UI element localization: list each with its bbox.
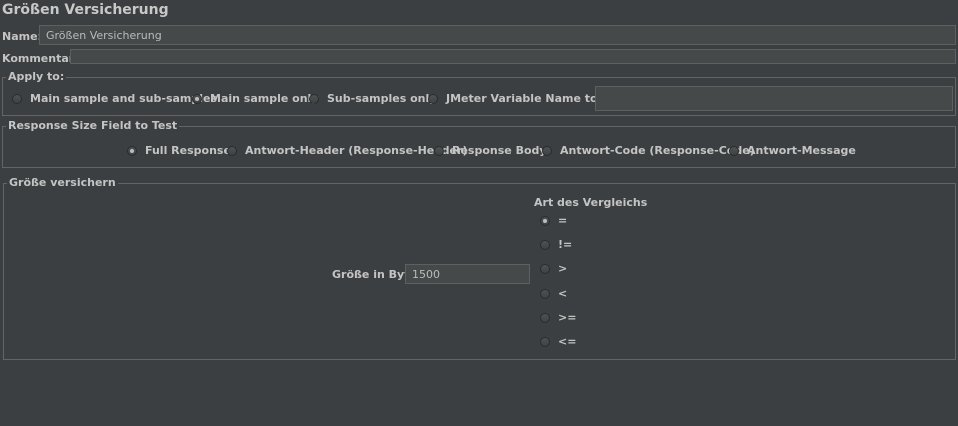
radio-label: !=	[558, 238, 573, 251]
radio-response-code[interactable]: Antwort-Code (Response-Code)	[542, 144, 755, 157]
radio-indicator	[540, 288, 550, 299]
radio-indicator	[12, 93, 22, 104]
radio-sub-only[interactable]: Sub-samples only	[309, 92, 436, 105]
radio-op-equal[interactable]: =	[540, 214, 567, 227]
radio-indicator	[428, 93, 438, 104]
apply-to-legend: Apply to:	[6, 70, 67, 83]
size-input[interactable]	[405, 264, 530, 284]
response-field-legend: Response Size Field to Test	[6, 119, 180, 132]
radio-indicator-selected	[540, 215, 550, 226]
radio-main-only[interactable]: Main sample only	[192, 92, 319, 105]
radio-label: Main sample and sub-samples	[30, 92, 218, 105]
radio-label: Main sample only	[210, 92, 319, 105]
radio-indicator	[540, 336, 550, 347]
radio-label: <=	[558, 335, 577, 348]
radio-indicator	[434, 145, 444, 156]
radio-indicator	[227, 145, 237, 156]
page-title: Größen Versicherung	[2, 2, 169, 18]
radio-label: Antwort-Code (Response-Code)	[560, 144, 755, 157]
radio-op-less-equal[interactable]: <=	[540, 335, 576, 348]
comments-field[interactable]	[70, 49, 956, 64]
radio-response-header[interactable]: Antwort-Header (Response-Header)	[227, 144, 467, 157]
comparison-title: Art des Vergleichs	[534, 196, 648, 209]
radio-indicator-selected	[192, 93, 202, 104]
radio-indicator	[540, 263, 550, 274]
name-label: Name:	[2, 30, 42, 43]
name-field[interactable]	[39, 25, 956, 45]
radio-label: <	[558, 287, 568, 300]
radio-op-greater[interactable]: >	[540, 262, 567, 275]
radio-response-body[interactable]: Response Body	[434, 144, 547, 157]
radio-indicator	[540, 239, 550, 250]
radio-indicator	[309, 93, 319, 104]
radio-label: Sub-samples only	[327, 92, 437, 105]
radio-op-less[interactable]: <	[540, 287, 567, 300]
radio-label: =	[558, 214, 568, 227]
radio-response-message[interactable]: Antwort-Message	[729, 144, 856, 157]
size-assertion-legend: Größe versichern	[7, 176, 118, 189]
radio-full-response[interactable]: Full Response	[127, 144, 231, 157]
radio-jmeter-variable[interactable]: JMeter Variable Name to use	[428, 92, 623, 105]
radio-label: Full Response	[145, 144, 231, 157]
radio-indicator	[540, 312, 550, 323]
radio-label: Response Body	[452, 144, 547, 157]
radio-label: >=	[558, 311, 577, 324]
jmeter-variable-input[interactable]	[595, 86, 953, 111]
radio-indicator	[542, 145, 552, 156]
radio-label: Antwort-Message	[747, 144, 856, 157]
radio-op-not-equal[interactable]: !=	[540, 238, 572, 251]
radio-op-greater-equal[interactable]: >=	[540, 311, 576, 324]
radio-main-and-sub[interactable]: Main sample and sub-samples	[12, 92, 217, 105]
radio-indicator-selected	[127, 145, 137, 156]
radio-indicator	[729, 145, 739, 156]
radio-label: >	[558, 262, 568, 275]
